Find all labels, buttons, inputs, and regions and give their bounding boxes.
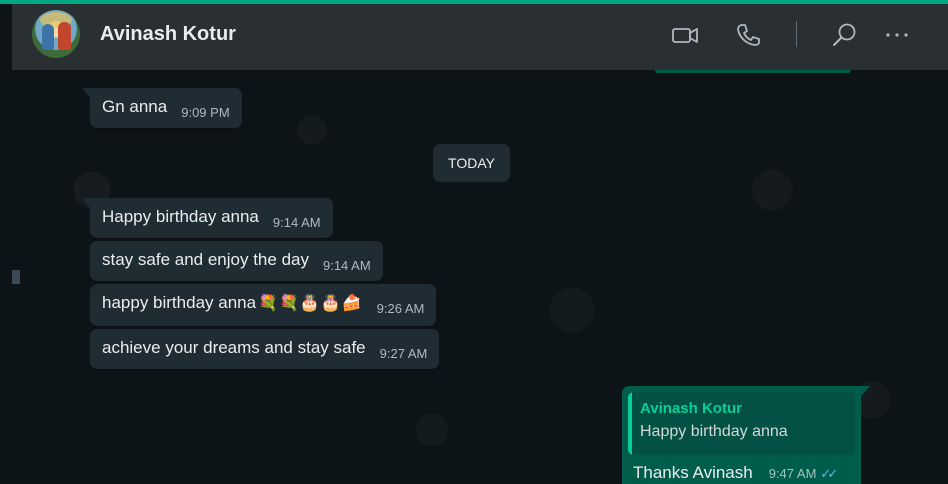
emoji-sequence: 💐💐🎂🎂🍰 [258, 295, 363, 312]
message-text: Thanks Avinash [633, 463, 753, 482]
search-icon[interactable] [830, 20, 860, 50]
incoming-message[interactable]: Gn anna 9:09 PM [82, 88, 242, 128]
chat-header: Avinash Kotur [12, 4, 948, 70]
message-text: Gn anna [102, 97, 168, 116]
outgoing-message[interactable]: Avinash Kotur Happy birthday anna Thanks… [622, 386, 870, 484]
day-divider: TODAY [433, 144, 510, 182]
avatar[interactable] [32, 10, 80, 58]
incoming-message[interactable]: achieve your dreams and stay safe 9:27 AM [90, 329, 440, 369]
left-edge-marker [12, 270, 20, 284]
message-text: achieve your dreams and stay safe [102, 338, 366, 357]
previous-outgoing-bubble [655, 70, 851, 73]
message-time: 9:47 AM [768, 466, 817, 481]
message-time: 9:14 AM [322, 258, 371, 273]
message-time: 9:14 AM [272, 215, 321, 230]
message-text: happy birthday anna [102, 293, 257, 312]
message-time: 9:26 AM [376, 301, 425, 316]
message-text: stay safe and enjoy the day [102, 250, 309, 269]
header-divider [796, 21, 797, 47]
contact-name[interactable]: Avinash Kotur [100, 23, 236, 46]
read-receipt-icon: ✓✓ [820, 466, 838, 481]
voice-call-icon[interactable] [733, 20, 763, 50]
chat-panel: Gn anna 9:09 PM TODAY Happy birthday anna… [12, 70, 940, 484]
avatar-figure [58, 22, 71, 50]
menu-icon[interactable] [882, 20, 912, 50]
message-time: 9:09 PM [181, 105, 230, 120]
message-time: 9:27 AM [379, 346, 428, 361]
incoming-message[interactable]: stay safe and enjoy the day 9:14 AM [90, 241, 383, 281]
quoted-text: Happy birthday anna [640, 423, 788, 440]
video-call-icon[interactable] [670, 20, 700, 50]
avatar-figure [42, 24, 54, 50]
quoted-message[interactable]: Avinash Kotur Happy birthday anna [628, 392, 855, 455]
quoted-author: Avinash Kotur [640, 400, 742, 417]
incoming-message[interactable]: happy birthday anna 💐💐🎂🎂🍰 9:26 AM [90, 284, 437, 326]
message-text: Happy birthday anna [102, 207, 259, 226]
incoming-message[interactable]: Happy birthday anna 9:14 AM [82, 198, 333, 238]
